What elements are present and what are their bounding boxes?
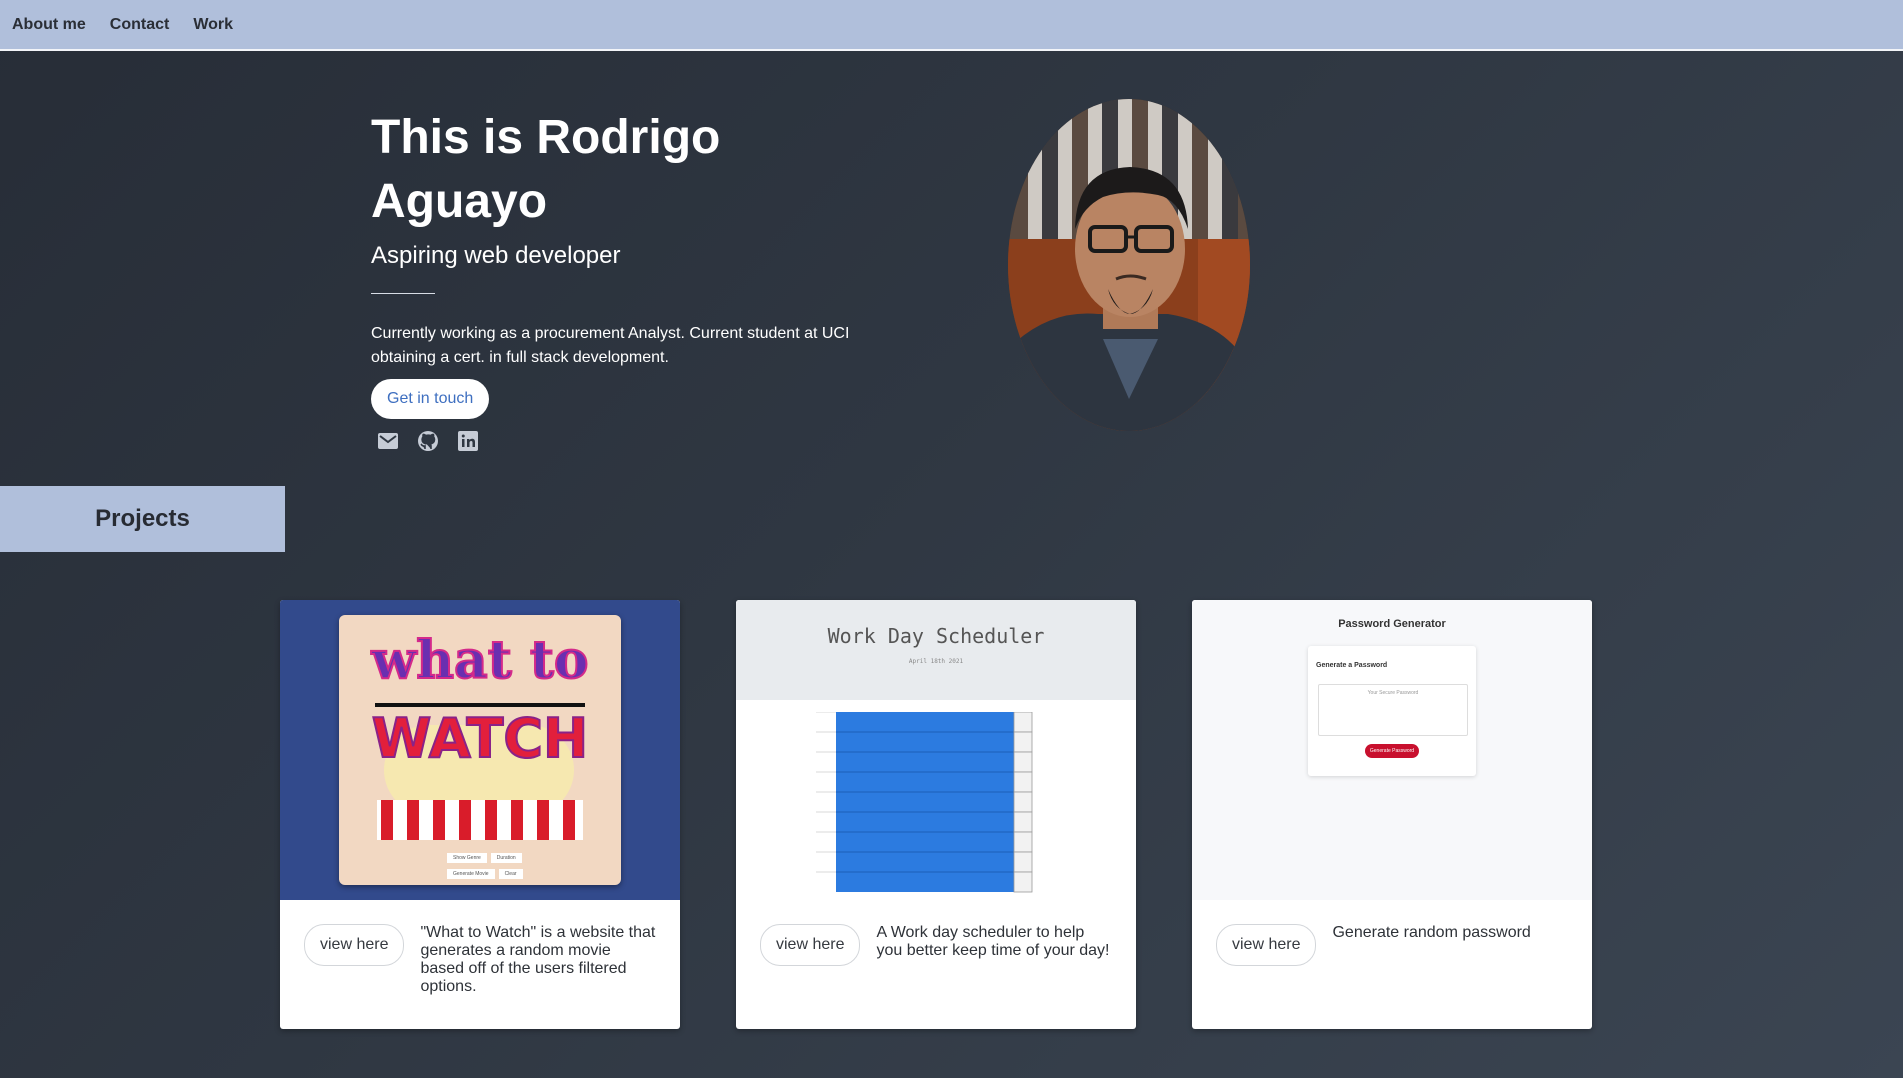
preview-password-textarea: Your Secure Password bbox=[1318, 684, 1468, 736]
project-description: Generate random password bbox=[1332, 924, 1531, 941]
envelope-icon[interactable] bbox=[376, 429, 400, 453]
view-here-button[interactable]: view here bbox=[304, 924, 405, 966]
project-preview-password-generator: Password Generator Generate a Password Y… bbox=[1192, 600, 1592, 900]
nav-about-me[interactable]: About me bbox=[12, 16, 86, 34]
preview-btn-duration: Duration bbox=[490, 853, 522, 863]
hero-subtitle: Aspiring web developer bbox=[371, 242, 621, 269]
hero-title: This is Rodrigo Aguayo bbox=[371, 111, 721, 228]
preview-password-placeholder: Your Secure Password bbox=[1367, 690, 1419, 696]
preview-title-line1: what to bbox=[370, 630, 589, 691]
projects-heading: Projects bbox=[0, 486, 285, 552]
preview-btn-generate: Generate Movie bbox=[447, 869, 495, 879]
linkedin-icon[interactable] bbox=[456, 429, 480, 453]
preview-password-card: Generate a Password Your Secure Password… bbox=[1308, 646, 1476, 776]
social-links bbox=[371, 429, 891, 453]
preview-scheduler-grid bbox=[816, 712, 1033, 893]
card-footer: view here "What to Watch" is a website t… bbox=[280, 900, 680, 996]
card-footer: view here A Work day scheduler to help y… bbox=[736, 900, 1136, 966]
preview-password-subtitle: Generate a Password bbox=[1316, 662, 1388, 669]
project-card-what-to-watch: what to WATCH Show Genre Duration Genera… bbox=[280, 600, 680, 1029]
navbar: About me Contact Work bbox=[0, 0, 1903, 51]
github-icon[interactable] bbox=[416, 429, 440, 453]
hero-divider bbox=[371, 293, 435, 294]
hero-section: This is Rodrigo Aguayo Aspiring web deve… bbox=[371, 106, 891, 453]
preview-scheduler-date: April 18th 2021 bbox=[908, 658, 964, 665]
get-in-touch-button[interactable]: Get in touch bbox=[371, 379, 490, 419]
preview-scheduler-title: Work Day Scheduler bbox=[827, 624, 1045, 648]
project-preview-what-to-watch: what to WATCH Show Genre Duration Genera… bbox=[280, 600, 680, 900]
preview-btn-genre: Show Genre bbox=[447, 853, 487, 863]
nav-contact[interactable]: Contact bbox=[110, 16, 170, 34]
nav-work[interactable]: Work bbox=[193, 16, 233, 34]
profile-photo bbox=[1008, 99, 1250, 431]
preview-title-line2: WATCH bbox=[371, 706, 589, 771]
hero-description: Currently working as a procurement Analy… bbox=[371, 325, 850, 366]
preview-password-title: Password Generator bbox=[1338, 618, 1446, 630]
preview-btn-clear: Clear bbox=[498, 869, 523, 879]
project-card-work-day-scheduler: Work Day Scheduler April 18th 2021 view … bbox=[736, 600, 1136, 1029]
view-here-button[interactable]: view here bbox=[760, 924, 861, 966]
preview-header: Work Day Scheduler April 18th 2021 bbox=[736, 600, 1136, 700]
project-description: "What to Watch" is a website that genera… bbox=[420, 924, 656, 995]
project-card-password-generator: Password Generator Generate a Password Y… bbox=[1192, 600, 1592, 1029]
project-preview-work-day-scheduler: Work Day Scheduler April 18th 2021 bbox=[736, 600, 1136, 900]
view-here-button[interactable]: view here bbox=[1216, 924, 1317, 966]
preview-generate-button: Generate Password bbox=[1365, 744, 1419, 758]
project-description: A Work day scheduler to help you better … bbox=[876, 924, 1110, 959]
preview-panel: what to WATCH Show Genre Duration Genera… bbox=[339, 615, 621, 885]
card-footer: view here Generate random password bbox=[1192, 900, 1592, 966]
